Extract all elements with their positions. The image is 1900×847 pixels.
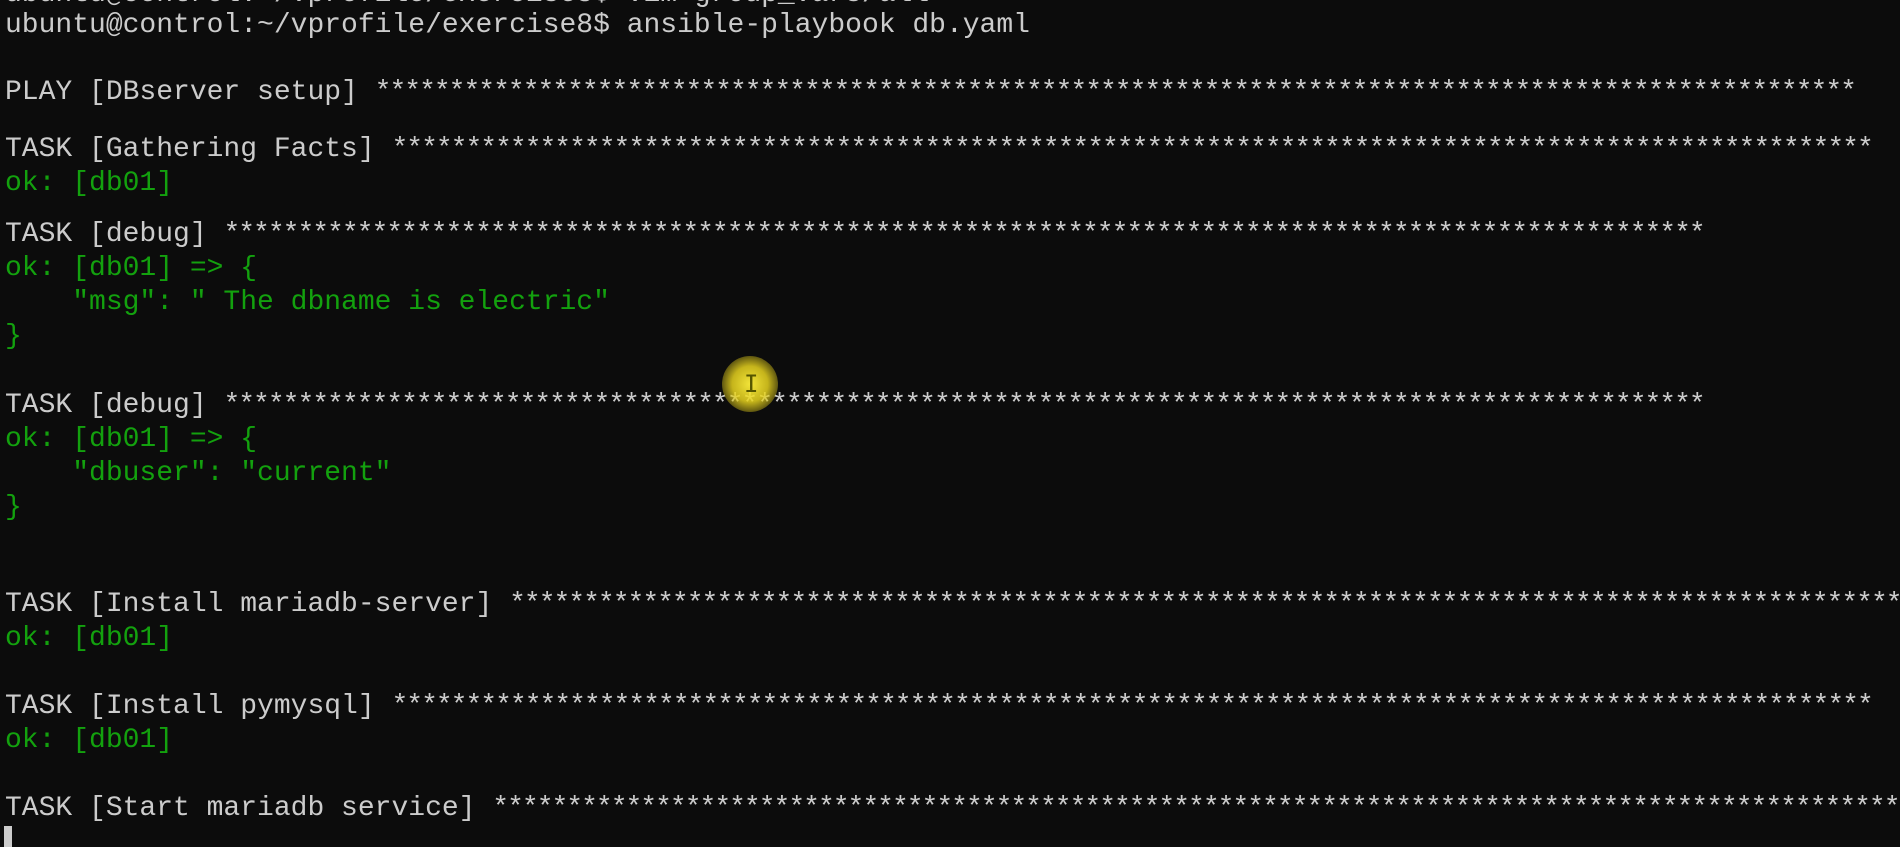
task-header: TASK [Start mariadb service] ***********… (5, 792, 1900, 826)
task-output-body: "msg": " The dbname is electric" (5, 287, 610, 318)
task-header: TASK [debug] ***************************… (5, 218, 1706, 252)
text-cursor (4, 826, 12, 847)
task-header-title: TASK [Install mariadb-server] (5, 589, 510, 620)
header-stars: ****************************************… (391, 134, 1873, 165)
task-output-body: "dbuser": "current" (5, 458, 392, 489)
play-header: PLAY [DBserver setup] ******************… (5, 76, 1857, 110)
task-result: ok: [db01] => { (5, 253, 258, 284)
task-header: TASK [debug] ***************************… (5, 389, 1706, 423)
task-result: ok: [db01] => { (5, 424, 258, 455)
ibeam-cursor-icon: I (744, 370, 759, 398)
command-text: ansible-playbook db.yaml (626, 10, 1030, 41)
task-result: ok: [db01] (5, 725, 174, 756)
task-header-title: TASK [Install pymysql] (5, 691, 392, 722)
task-header-title: TASK [debug] (5, 390, 224, 421)
shell-prompt: ubuntu@control:~/vprofile/exercise8$ (5, 10, 627, 41)
task-output-close: } (5, 492, 22, 523)
terminal-window[interactable]: ubuntu@control:~/vprofile/exercise8$ vim… (0, 0, 1900, 847)
play-header-title: PLAY [DBserver setup] (5, 77, 375, 108)
task-header-title: TASK [Start mariadb service] (5, 793, 493, 824)
header-stars: ****************************************… (391, 691, 1873, 722)
task-header: TASK [Install pymysql] *****************… (5, 690, 1874, 724)
terminal-line-command: ubuntu@control:~/vprofile/exercise8$ ans… (5, 9, 1030, 43)
header-stars: ****************************************… (374, 77, 1857, 108)
task-header: TASK [Install mariadb-server] **********… (5, 588, 1900, 622)
task-header: TASK [Gathering Facts] *****************… (5, 133, 1874, 167)
task-output-close: } (5, 321, 22, 352)
header-stars: ****************************************… (223, 219, 1705, 250)
task-result: ok: [db01] (5, 168, 174, 199)
header-stars: ****************************************… (492, 793, 1900, 824)
task-header-title: TASK [debug] (5, 219, 224, 250)
header-stars: ****************************************… (509, 589, 1900, 620)
task-header-title: TASK [Gathering Facts] (5, 134, 392, 165)
header-stars: ****************************************… (223, 390, 1705, 421)
task-result: ok: [db01] (5, 623, 174, 654)
